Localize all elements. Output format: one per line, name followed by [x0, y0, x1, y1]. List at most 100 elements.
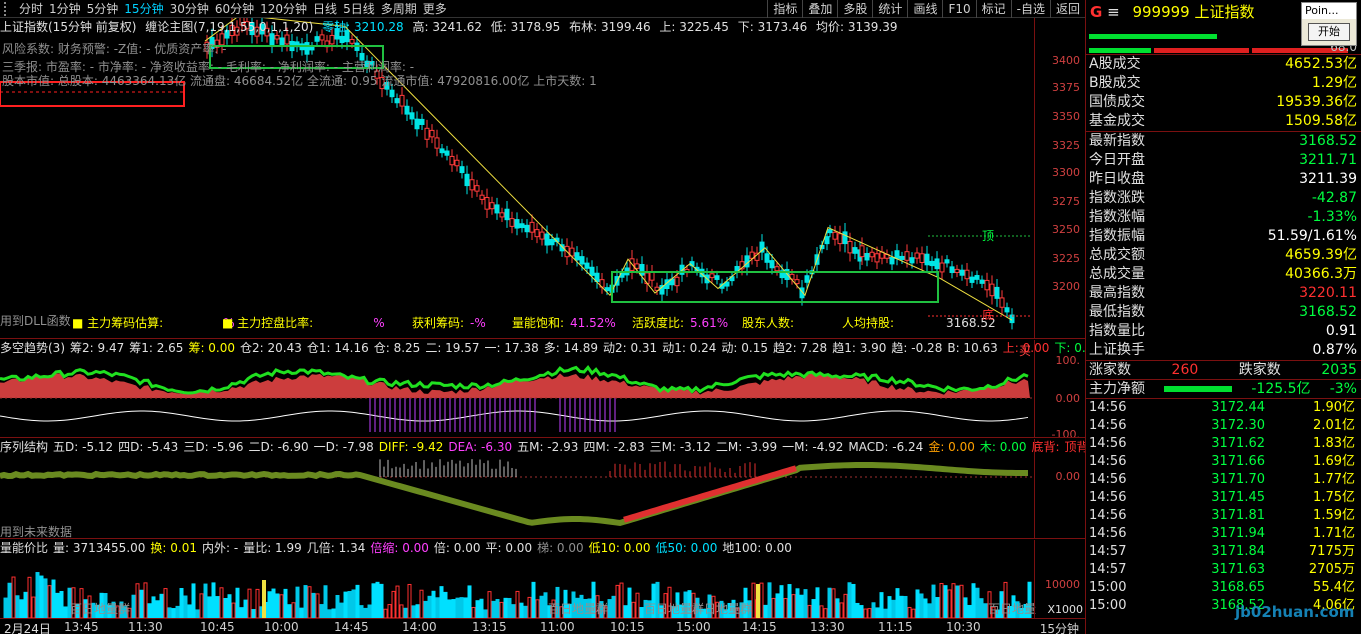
period-tab[interactable]: 60分钟 [212, 0, 257, 17]
volume-bar [43, 578, 48, 618]
panel-value: 趋: -0.28 [891, 341, 943, 355]
volume-bar [803, 589, 808, 618]
tick-row[interactable]: 14:56 3172.30 2.01亿 [1086, 417, 1361, 435]
candle-body [859, 245, 865, 258]
volume-bar [15, 595, 20, 618]
candle-body [774, 266, 780, 272]
candle-body [534, 229, 540, 238]
volume-bar [295, 586, 300, 618]
toolbar-button[interactable]: 多股 [837, 0, 872, 18]
quote-row: B股成交 1.29亿 [1086, 74, 1361, 93]
volume-bar [203, 583, 208, 618]
candle-body [827, 228, 833, 234]
volume-bar [211, 582, 216, 618]
tick-row[interactable]: 14:56 3171.81 1.59亿 [1086, 507, 1361, 525]
tick-row[interactable]: 14:56 3171.70 1.77亿 [1086, 471, 1361, 489]
period-tab[interactable]: 1分钟 [46, 0, 84, 17]
candle-body [444, 150, 450, 156]
menu-icon[interactable]: ≡ [1107, 3, 1120, 21]
tick-row[interactable]: 15:00 3168.65 55.4亿 [1086, 579, 1361, 597]
volume-bar [255, 588, 260, 618]
candle-body [964, 269, 970, 280]
volume-bar [483, 609, 488, 618]
volume-bar [391, 590, 396, 618]
period-tab[interactable]: 多周期 [378, 0, 420, 17]
panel-title[interactable]: 序列结构 [0, 440, 48, 454]
candle-body [709, 273, 715, 279]
period-tab[interactable]: 日线 [310, 0, 340, 17]
date-label: 2月24日 [4, 622, 51, 634]
tick-row[interactable]: 14:57 3171.84 7175万 [1086, 543, 1361, 561]
volume-panel[interactable]: 量能价比 量: 3713455.00 换: 0.01 内外: - 量比: 1.99 几倍:… [0, 540, 1085, 618]
floating-window[interactable]: Poin... 开始 [1301, 2, 1357, 46]
volume-overlay-label: 百日地量 [988, 602, 1037, 616]
candle-body [429, 129, 435, 138]
toolbar-button[interactable]: 指标 [767, 0, 802, 18]
volume-bar [503, 597, 508, 618]
period-tab[interactable]: 更多 [420, 0, 450, 17]
tick-row[interactable]: 14:56 3171.45 1.75亿 [1086, 489, 1361, 507]
period-tab[interactable]: 5日线 [340, 0, 378, 17]
tick-row[interactable]: 14:56 3172.44 1.90亿 [1086, 399, 1361, 417]
volume-bar [959, 584, 964, 618]
toolbar-button[interactable]: 画线 [907, 0, 942, 18]
tick-row[interactable]: 14:57 3171.63 2705万 [1086, 561, 1361, 579]
period-tab[interactable]: 5分钟 [84, 0, 122, 17]
quote-value: 4659.39亿 [1285, 247, 1357, 263]
toolbar-button[interactable]: -自选 [1010, 0, 1050, 18]
group-label[interactable]: G [1090, 3, 1102, 21]
tick-row[interactable]: 14:56 3171.66 1.69亿 [1086, 453, 1361, 471]
net-flow-row: 主力净额 -125.5亿 -3% [1086, 379, 1361, 398]
trend-panel[interactable]: 多空趋势(3) 筹2: 9.47 筹1: 2.65 筹: 0.00 仓2: 20.43 仓… [0, 340, 1085, 438]
toolbar-grip[interactable] [4, 1, 14, 16]
toolbar-button[interactable]: 返回 [1049, 0, 1085, 18]
tick-time: 14:56 [1089, 472, 1127, 487]
panel-value: 动: 0.15 [721, 341, 768, 355]
volume-bar [59, 590, 64, 618]
date-label: 10:30 [946, 620, 981, 634]
period-tab[interactable]: 分时 [16, 0, 46, 17]
quote-value: 1.29亿 [1311, 75, 1357, 91]
tick-row[interactable]: 14:56 3171.94 1.71亿 [1086, 525, 1361, 543]
quote-row: 指数涨幅 -1.33% [1086, 208, 1361, 227]
volume-bar [863, 608, 868, 618]
panel-title[interactable]: 量能价比 [0, 541, 48, 555]
volume-bar [27, 576, 32, 618]
candle-body [389, 89, 395, 98]
toolbar-button[interactable]: 统计 [872, 0, 907, 18]
candle-body [544, 233, 550, 246]
quote-value: 3220.11 [1299, 285, 1357, 301]
volume-bar [3, 597, 8, 618]
panel-value: DIFF: -9.42 [378, 440, 444, 454]
volume-bar [539, 595, 544, 618]
quote-panel: G ≡ 999999 上证指数 68.0 A股成交 4652.53亿 B股成交 1.2… [1085, 0, 1361, 634]
candle-body [394, 98, 400, 104]
tick-volume: 2705万 [1308, 562, 1355, 577]
date-label: 15:00 [676, 620, 711, 634]
volume-bar [507, 597, 512, 618]
volume-bar [179, 588, 184, 618]
tick-list[interactable]: 14:56 3172.44 1.90亿 14:56 3172.30 2.01亿 14:56 3… [1086, 398, 1361, 615]
indicator-name[interactable]: 缠论主图(7,19,1,55,0,1,1,20) [145, 20, 313, 34]
toolbar-button[interactable]: F10 [942, 0, 975, 18]
tick-price: 3171.70 [1211, 472, 1265, 487]
volume-bar [463, 597, 468, 618]
candle-body [589, 266, 595, 276]
volume-bar [799, 594, 804, 618]
volume-bar [635, 592, 640, 618]
toolbar-button[interactable]: 标记 [975, 0, 1011, 18]
volume-bar [47, 585, 52, 618]
period-tab[interactable]: 120分钟 [257, 0, 310, 17]
volume-bar [31, 596, 36, 618]
volume-bar [195, 609, 200, 618]
tick-row[interactable]: 14:56 3171.62 1.83亿 [1086, 435, 1361, 453]
panel-value: 一M: -4.92 [782, 440, 844, 454]
main-chart-panel[interactable]: 上证指数(15分钟 前复权) 缠论主图(7,19,1,55,0,1,1,20) … [0, 18, 1085, 339]
stock-code: 999999 [1132, 3, 1190, 21]
panel-title[interactable]: 多空趋势(3) [0, 341, 65, 355]
toolbar-button[interactable]: 叠加 [802, 0, 837, 18]
period-tab[interactable]: 15分钟 [121, 0, 166, 17]
start-button[interactable]: 开始 [1308, 23, 1350, 41]
sequence-panel[interactable]: 序列结构 五D: -5.12 四D: -5.43 三D: -5.96 二D: -6.90… [0, 439, 1085, 539]
period-tab[interactable]: 30分钟 [167, 0, 212, 17]
